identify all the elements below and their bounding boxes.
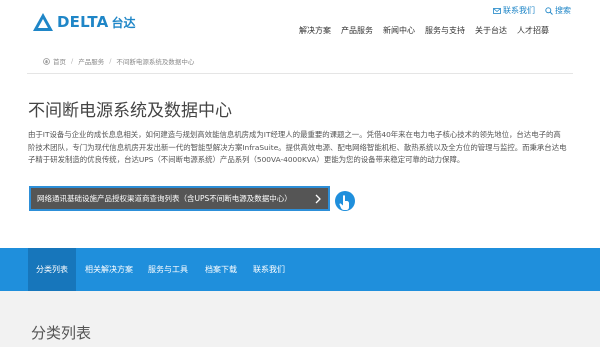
utility-links: 联系我们 搜索	[483, 5, 571, 16]
breadcrumb-home[interactable]: 首页	[53, 56, 66, 66]
delta-triangle-logo-icon	[33, 13, 53, 31]
search-link[interactable]: 搜索	[545, 5, 571, 16]
section-tabbar: 分类列表 相关解决方案 服务与工具 档案下载 联系我们	[0, 248, 600, 291]
tab-label: 档案下载	[205, 265, 237, 274]
nav-item-products[interactable]: 产品服务	[341, 25, 373, 36]
nav-item-solutions[interactable]: 解决方案	[299, 25, 331, 36]
tab-label: 联系我们	[253, 265, 285, 274]
chevron-right-icon	[315, 194, 321, 204]
nav-item-support[interactable]: 服务与支持	[425, 25, 465, 36]
breadcrumb-separator: /	[71, 57, 74, 65]
envelope-icon	[493, 7, 501, 14]
home-icon	[43, 57, 50, 65]
brand-name: DELTA	[57, 13, 109, 31]
cta-label: 网络通讯基础设施产品授权渠道商查询列表（含UPS不间断电源及数据中心）	[37, 194, 292, 203]
channel-partner-list-button[interactable]: 网络通讯基础设施产品授权渠道商查询列表（含UPS不间断电源及数据中心）	[29, 186, 330, 211]
nav-item-about[interactable]: 关于台达	[475, 25, 507, 36]
delta-logo[interactable]: DELTA 台达	[32, 11, 135, 33]
breadcrumb: 首页 / 产品服务 / 不间断电源系统及数据中心	[43, 56, 194, 66]
section-title: 分类列表	[31, 324, 92, 342]
search-icon	[545, 6, 553, 15]
brand-name-cn: 台达	[111, 15, 136, 30]
main-nav: 解决方案 产品服务 新闻中心 服务与支持 关于台达 人才招募	[299, 25, 549, 36]
contact-us-link[interactable]: 联系我们	[493, 5, 535, 16]
tab-label: 分类列表	[36, 265, 68, 274]
tab-category-list[interactable]: 分类列表	[28, 248, 76, 291]
tab-label: 服务与工具	[148, 265, 188, 274]
intro-paragraph: 由于IT设备与企业的成长息息相关，如何建造与规划高效能信息机房成为IT经理人的最…	[28, 130, 567, 165]
breadcrumb-current: 不间断电源系统及数据中心	[116, 58, 195, 66]
tab-contact-us[interactable]: 联系我们	[253, 248, 285, 291]
nav-item-news[interactable]: 新闻中心	[383, 25, 415, 36]
page-title: 不间断电源系统及数据中心	[28, 101, 232, 121]
tab-downloads[interactable]: 档案下载	[205, 248, 237, 291]
nav-item-careers[interactable]: 人才招募	[517, 25, 549, 36]
hand-pointer-icon[interactable]	[334, 190, 356, 215]
breadcrumb-divider	[27, 73, 573, 74]
tab-services-tools[interactable]: 服务与工具	[148, 248, 188, 291]
contact-us-label: 联系我们	[503, 6, 535, 15]
tab-related-solutions[interactable]: 相关解决方案	[85, 248, 133, 291]
breadcrumb-products[interactable]: 产品服务	[78, 56, 104, 66]
breadcrumb-separator: /	[109, 57, 112, 65]
search-label: 搜索	[555, 6, 571, 15]
site-header: DELTA 台达 联系我们 搜索 解决方案 产品服务 新闻中心 服务与支持 关于…	[0, 0, 600, 47]
tab-label: 相关解决方案	[85, 265, 133, 274]
